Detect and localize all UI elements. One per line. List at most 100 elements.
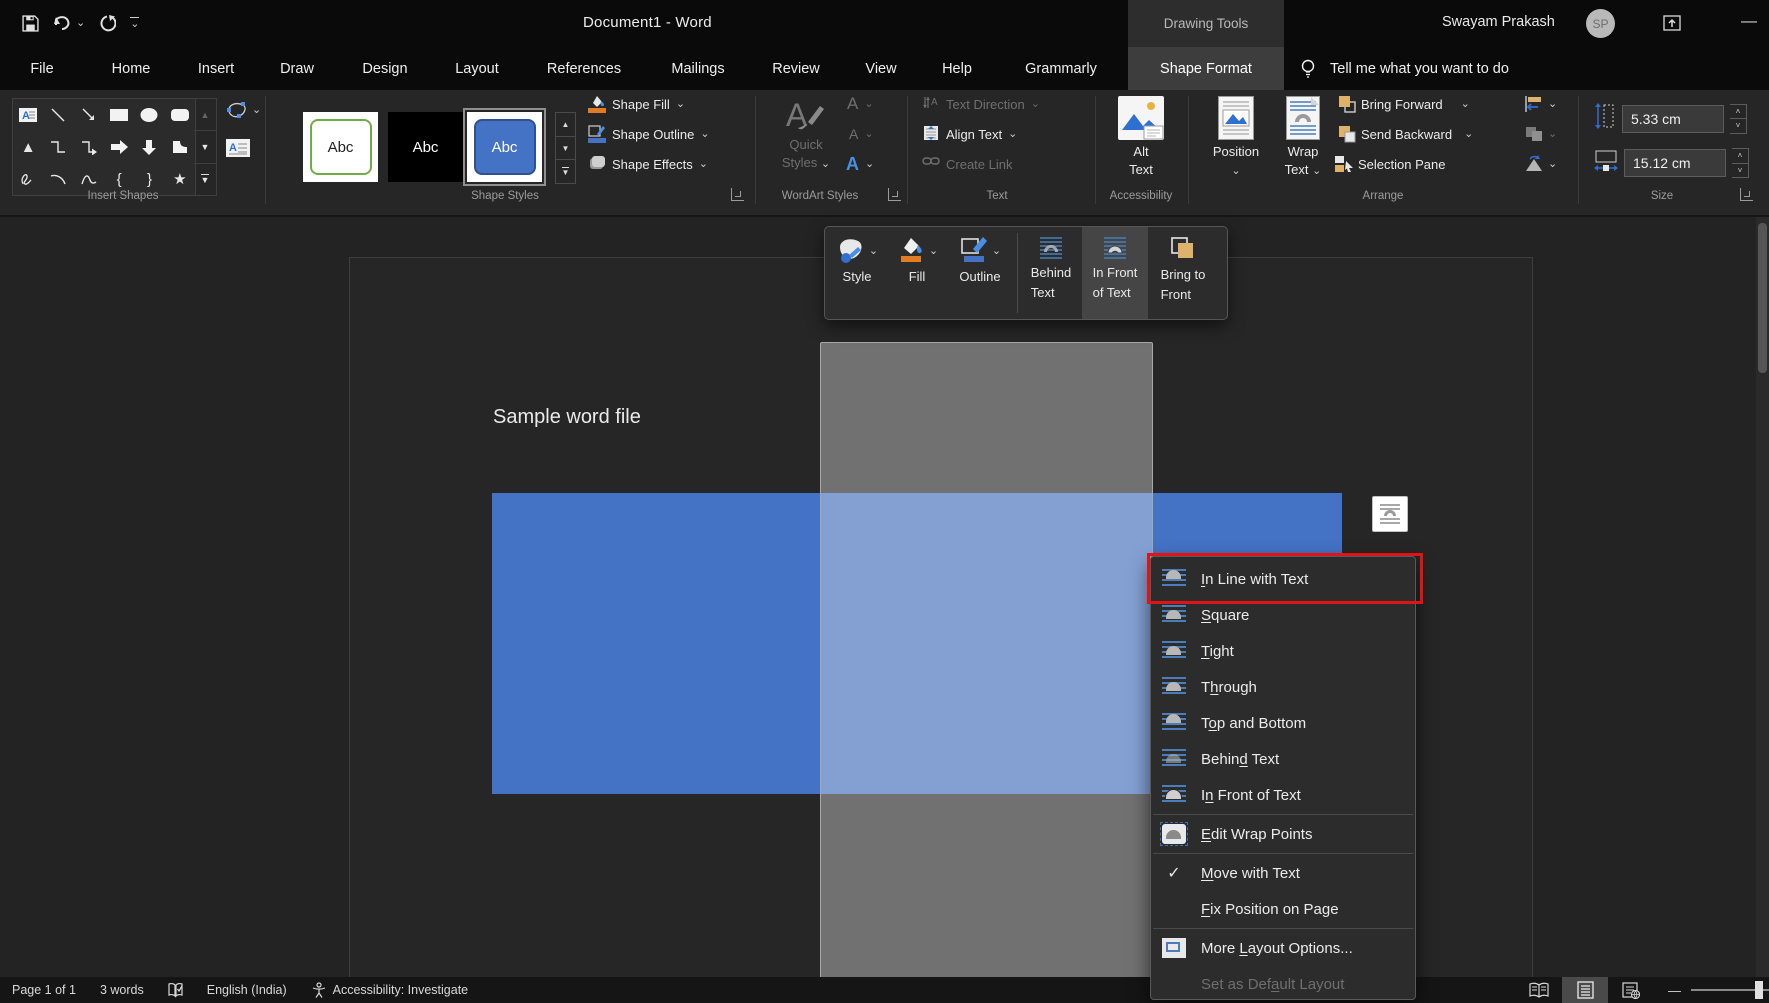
tell-me-box[interactable]: Tell me what you want to do xyxy=(1300,47,1509,90)
fill-button[interactable]: ⌄ Fill xyxy=(889,227,945,319)
selection-pane-button[interactable]: Selection Pane xyxy=(1334,151,1445,177)
undo-dropdown-icon[interactable]: ⌄ xyxy=(76,18,85,29)
minimize-button[interactable]: — xyxy=(1736,10,1762,34)
zoom-track[interactable] xyxy=(1691,989,1769,991)
proofing-status-icon[interactable] xyxy=(156,977,195,1003)
height-spinner[interactable]: ˄ ˅ xyxy=(1730,104,1747,134)
shape-style-2[interactable]: Abc xyxy=(388,112,463,182)
star-shape-icon[interactable]: ★ xyxy=(165,163,195,195)
edit-shape-dropdown-icon[interactable]: ⌄ xyxy=(252,105,261,116)
vertical-scrollbar[interactable] xyxy=(1756,217,1769,977)
tab-draw[interactable]: Draw xyxy=(274,47,320,90)
tab-grammarly[interactable]: Grammarly xyxy=(1019,47,1103,90)
style-scroll-up-icon[interactable]: ▲ xyxy=(556,113,575,136)
user-name[interactable]: Swayam Prakash xyxy=(1442,14,1555,30)
accessibility-status[interactable]: Accessibility: Investigate xyxy=(299,977,480,1003)
elbow-arrow-connector-icon[interactable] xyxy=(74,131,104,163)
tab-file[interactable]: File xyxy=(24,47,59,90)
alt-text-button[interactable]: AltText xyxy=(1108,96,1174,178)
elbow-connector-icon[interactable] xyxy=(43,131,73,163)
menu-item-move-with-text[interactable]: ✓ Move with Text xyxy=(1151,855,1415,891)
gallery-scroll-up-icon[interactable]: ▲ xyxy=(194,99,216,130)
scribble-shape-icon[interactable] xyxy=(13,163,43,195)
shape-style-3-selected[interactable]: Abc xyxy=(467,112,542,182)
down-arrow-shape-icon[interactable] xyxy=(134,131,164,163)
send-backward-button[interactable]: Send Backward⌄ xyxy=(1337,121,1473,147)
fill-dropdown-icon[interactable]: ⌄ xyxy=(929,246,938,257)
menu-item-edit-wrap-points[interactable]: Edit Wrap Points xyxy=(1151,816,1415,852)
web-layout-button[interactable] xyxy=(1608,977,1654,1003)
customize-qat-icon[interactable]: ⌄ xyxy=(130,17,139,30)
shape-styles-dialog-launcher-icon[interactable] xyxy=(731,188,744,201)
in-front-of-text-button[interactable]: In Frontof Text xyxy=(1082,227,1148,319)
tab-references[interactable]: References xyxy=(541,47,627,90)
shape-width-input[interactable]: 15.12 cm xyxy=(1624,149,1726,177)
shape-gallery-scrollbar[interactable]: ▲ ▼ ▼ xyxy=(194,98,217,196)
word-count[interactable]: 3 words xyxy=(88,977,156,1003)
wordart-dialog-launcher-icon[interactable] xyxy=(888,188,901,201)
bring-forward-button[interactable]: Bring Forward⌄ xyxy=(1337,91,1470,117)
menu-item-fix-position-on-page[interactable]: Fix Position on Page xyxy=(1151,891,1415,927)
tab-layout[interactable]: Layout xyxy=(449,47,505,90)
save-button[interactable] xyxy=(22,15,39,32)
layout-options-button[interactable] xyxy=(1372,496,1408,532)
outline-dropdown-icon[interactable]: ⌄ xyxy=(992,246,1001,257)
tab-home[interactable]: Home xyxy=(106,47,157,90)
shape-style-1[interactable]: Abc xyxy=(303,112,378,182)
style-dropdown-icon[interactable]: ⌄ xyxy=(869,246,878,257)
arrow-shape-icon[interactable] xyxy=(74,99,104,131)
menu-item-square[interactable]: Square xyxy=(1151,597,1415,633)
tab-insert[interactable]: Insert xyxy=(192,47,240,90)
width-spinner[interactable]: ˄ ˅ xyxy=(1732,148,1749,178)
behind-text-button[interactable]: BehindText xyxy=(1020,227,1082,319)
wrap-text-button[interactable]: WrapText ⌄ xyxy=(1272,96,1334,178)
bring-to-front-button[interactable]: Bring toFront xyxy=(1148,227,1218,319)
menu-item-top-and-bottom[interactable]: Top and Bottom xyxy=(1151,705,1415,741)
menu-item-tight[interactable]: Tight xyxy=(1151,633,1415,669)
arc-shape-icon[interactable] xyxy=(43,163,73,195)
tab-help[interactable]: Help xyxy=(936,47,978,90)
zoom-slider[interactable]: — xyxy=(1668,983,1769,998)
tab-mailings[interactable]: Mailings xyxy=(665,47,730,90)
rectangle-shape-icon[interactable] xyxy=(104,99,134,131)
avatar[interactable]: SP xyxy=(1586,9,1615,38)
menu-item-through[interactable]: Through xyxy=(1151,669,1415,705)
shape-gallery[interactable]: A ▲ { } ★ xyxy=(12,98,196,196)
style-button[interactable]: ⌄ Style xyxy=(825,227,889,319)
style-gallery-scrollbar[interactable]: ▲ ▼ ▼ xyxy=(555,112,576,184)
size-dialog-launcher-icon[interactable] xyxy=(1740,188,1753,201)
textbox-shape-icon[interactable]: A xyxy=(13,99,43,131)
shape-effects-button[interactable]: Shape Effects⌄ xyxy=(588,151,708,177)
triangle-shape-icon[interactable]: ▲ xyxy=(13,131,43,163)
menu-item-more-layout-options[interactable]: More Layout Options... xyxy=(1151,930,1415,966)
rotate-objects-button[interactable]: ⌄ xyxy=(1524,151,1557,177)
tab-shape-format[interactable]: Shape Format xyxy=(1128,47,1284,90)
menu-item-behind-text[interactable]: Behind Text xyxy=(1151,741,1415,777)
align-text-button[interactable]: Align Text⌄ xyxy=(922,121,1017,147)
menu-item-in-line-with-text[interactable]: In Line with Text xyxy=(1151,561,1415,597)
oval-shape-icon[interactable] xyxy=(134,99,164,131)
edit-shape-button[interactable]: ⌄ xyxy=(225,100,261,120)
selected-text-box-shape[interactable] xyxy=(820,342,1153,980)
text-effects-button[interactable]: A⌄ xyxy=(846,151,874,177)
right-arrow-shape-icon[interactable] xyxy=(104,131,134,163)
shape-fill-button[interactable]: Shape Fill⌄ xyxy=(588,91,685,117)
print-layout-button[interactable] xyxy=(1562,977,1608,1003)
gallery-more-icon[interactable]: ▼ xyxy=(194,163,216,195)
redo-button[interactable] xyxy=(99,15,116,32)
gallery-scroll-down-icon[interactable]: ▼ xyxy=(194,130,216,162)
shape-outline-button[interactable]: Shape Outline⌄ xyxy=(588,121,710,147)
corner-shape-icon[interactable] xyxy=(165,131,195,163)
tab-review[interactable]: Review xyxy=(766,47,826,90)
outline-button[interactable]: ⌄ Outline xyxy=(945,227,1015,319)
page-indicator[interactable]: Page 1 of 1 xyxy=(0,977,88,1003)
line-shape-icon[interactable] xyxy=(43,99,73,131)
align-objects-button[interactable]: ⌄ xyxy=(1524,91,1557,117)
zoom-out-icon[interactable]: — xyxy=(1668,983,1681,998)
position-button[interactable]: Position⌄ xyxy=(1206,96,1266,178)
shape-height-input[interactable]: 5.33 cm xyxy=(1622,105,1724,133)
zoom-thumb[interactable] xyxy=(1755,981,1763,999)
undo-button[interactable] xyxy=(53,15,72,31)
draw-text-box-button[interactable]: A xyxy=(225,138,251,163)
style-more-icon[interactable]: ▼ xyxy=(556,159,575,183)
